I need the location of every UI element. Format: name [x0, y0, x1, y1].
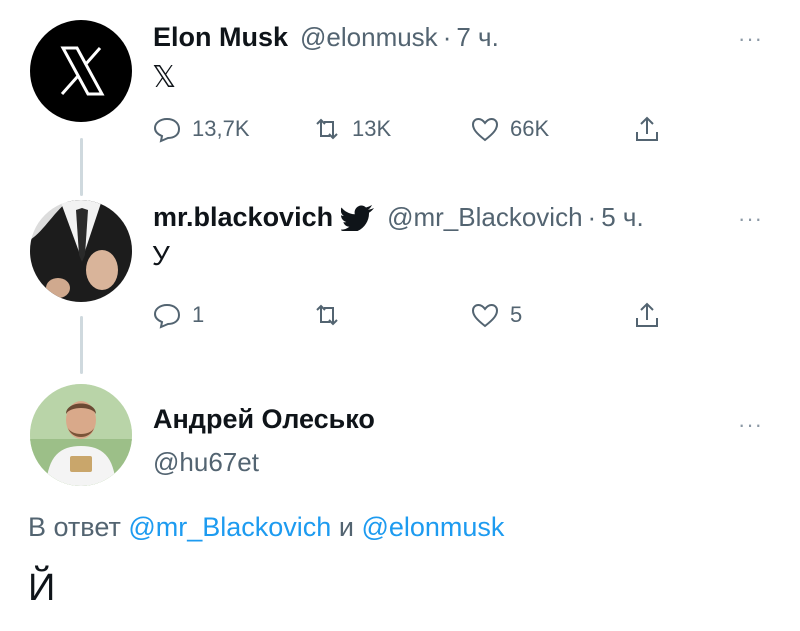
timestamp[interactable]: 5 ч. [601, 202, 643, 233]
reply-prefix: В ответ [28, 512, 121, 542]
reply-context: В ответ @mr_Blackovich и @elonmusk [28, 512, 504, 543]
share-button[interactable] [632, 300, 662, 330]
reply-button[interactable]: 1 [152, 300, 204, 330]
author-handle[interactable]: @elonmusk [300, 22, 438, 53]
share-icon [636, 116, 658, 141]
separator: · [587, 202, 597, 232]
avatar-photo [30, 384, 132, 486]
avatar[interactable] [30, 20, 132, 122]
verified-bird-icon [341, 204, 375, 231]
author-handle[interactable]: @mr_Blackovich [387, 202, 582, 233]
like-button[interactable]: 5 [470, 300, 522, 330]
author-name[interactable]: Elon Musk [153, 22, 288, 53]
retweet-button[interactable] [312, 300, 352, 330]
tweet-text: У [152, 240, 170, 271]
like-count: 5 [510, 302, 523, 327]
retweet-count: 13K [352, 116, 392, 141]
more-icon[interactable]: ··· [738, 28, 763, 50]
reply-button[interactable]: 13,7K [152, 114, 250, 144]
author-name[interactable]: mr.blackovich [153, 202, 333, 233]
mention-link[interactable]: @elonmusk [361, 512, 504, 542]
avatar-photo [30, 200, 132, 302]
more-icon[interactable]: ··· [738, 208, 763, 230]
author-handle[interactable]: @hu67et [153, 447, 259, 478]
reply-count: 1 [192, 302, 205, 327]
separator: · [442, 22, 452, 52]
tweet-header: mr.blackovich @mr_Blackovich · 5 ч. [153, 202, 644, 233]
avatar[interactable] [30, 200, 132, 302]
retweet-button[interactable]: 13K [312, 114, 391, 144]
thread-line [80, 138, 83, 196]
retweet-icon [316, 304, 338, 326]
tweet-text: Й [28, 567, 56, 609]
reply-conjunction: и [338, 512, 354, 542]
timestamp[interactable]: 7 ч. [456, 22, 498, 53]
like-button[interactable]: 66K [470, 114, 549, 144]
retweet-icon [316, 118, 338, 140]
like-icon [471, 303, 499, 328]
tweet-text: 𝕏 [152, 61, 177, 94]
share-button[interactable] [632, 114, 662, 144]
x-logo-icon [60, 46, 105, 96]
reply-count: 13,7K [192, 116, 250, 141]
tweet-header: Elon Musk @elonmusk · 7 ч. [153, 22, 499, 53]
reply-icon [153, 303, 181, 329]
like-count: 66K [510, 116, 550, 141]
avatar[interactable] [30, 384, 132, 486]
author-name[interactable]: Андрей Олесько [153, 404, 375, 435]
share-icon [636, 302, 658, 327]
reply-icon [153, 117, 181, 143]
more-icon[interactable]: ··· [738, 414, 763, 436]
like-icon [471, 117, 499, 142]
thread-line [80, 316, 83, 374]
mention-link[interactable]: @mr_Blackovich [128, 512, 331, 542]
